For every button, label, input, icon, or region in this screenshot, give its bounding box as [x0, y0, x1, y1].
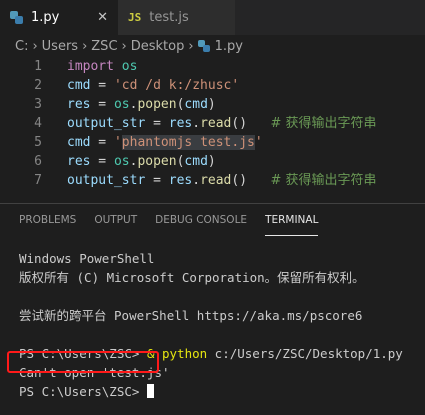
- tab-label: test.js: [149, 10, 189, 25]
- editor-tab-bar: 1.py ✕ JS test.js: [0, 0, 425, 35]
- breadcrumb-desktop[interactable]: Desktop: [131, 39, 185, 54]
- code-token: (): [231, 173, 271, 188]
- code-token: ): [207, 97, 216, 112]
- line-number: 6: [34, 154, 42, 169]
- tab-test-js[interactable]: JS test.js: [118, 0, 236, 35]
- code-text: output_str = res.read() # 获得输出字符串: [42, 171, 377, 190]
- terminal-prompt-line: PS C:\Users\ZSC>: [19, 382, 403, 401]
- terminal-prompt: PS C:\Users\ZSC>: [19, 384, 147, 399]
- code-token: cmd: [184, 97, 208, 112]
- code-text: res = os.popen(cmd): [42, 152, 216, 171]
- code-token: =: [90, 135, 114, 150]
- tab-label: 1.py: [31, 10, 60, 25]
- code-token: phantomjs test.js: [121, 135, 255, 150]
- code-token: =: [90, 97, 114, 112]
- code-token: res: [168, 173, 193, 188]
- code-token: read: [200, 116, 232, 131]
- breadcrumb-file[interactable]: 1.py: [215, 39, 243, 54]
- line-number: 1: [34, 59, 42, 74]
- panel-tab-bar: PROBLEMS OUTPUT DEBUG CONSOLE TERMINAL: [0, 204, 425, 236]
- tab-1-py[interactable]: 1.py ✕: [0, 0, 118, 35]
- terminal-line: Windows PowerShell: [19, 251, 155, 266]
- code-token: =: [90, 154, 114, 169]
- terminal-line: 尝试新的跨平台 PowerShell https://aka.ms/pscore…: [19, 308, 363, 323]
- terminal-cursor: [146, 384, 154, 398]
- code-token: output_str: [67, 116, 146, 131]
- line-number: 5: [34, 135, 42, 150]
- code-token: =: [145, 116, 169, 131]
- line-number: 2: [34, 78, 42, 93]
- tab-output[interactable]: OUTPUT: [94, 204, 137, 236]
- code-line[interactable]: 2 cmd = 'cd /d k:/zhusc': [0, 76, 425, 95]
- code-token: output_str: [67, 173, 146, 188]
- code-token: =: [90, 78, 114, 93]
- terminal-prompt: PS C:\Users\ZSC>: [19, 346, 147, 361]
- code-line[interactable]: 5 cmd = 'phantomjs test.js': [0, 133, 425, 152]
- code-comment: # 获得输出字符串: [270, 116, 377, 131]
- close-icon[interactable]: ✕: [97, 10, 108, 25]
- terminal-command-line: PS C:\Users\ZSC> & python c:/Users/ZSC/D…: [19, 344, 403, 363]
- breadcrumb: C: › Users › ZSC › Desktop › 1.py: [0, 35, 425, 57]
- code-text: res = os.popen(cmd): [42, 95, 216, 114]
- code-line[interactable]: 6 res = os.popen(cmd): [0, 152, 425, 171]
- code-token: res: [67, 154, 91, 169]
- tab-debug-console[interactable]: DEBUG CONSOLE: [155, 204, 247, 236]
- chevron-right-icon: ›: [121, 38, 127, 54]
- bottom-panel: PROBLEMS OUTPUT DEBUG CONSOLE TERMINAL W…: [0, 203, 425, 415]
- code-token: popen: [137, 154, 177, 169]
- code-text: import os: [42, 57, 137, 76]
- code-comment: # 获得输出字符串: [270, 173, 377, 188]
- terminal-amp: &: [146, 346, 162, 361]
- code-token: read: [200, 173, 232, 188]
- code-line[interactable]: 1 import os: [0, 57, 425, 76]
- code-token: (): [231, 116, 271, 131]
- terminal-arg: c:/Users/ZSC/Desktop/1.py: [207, 346, 403, 361]
- breadcrumb-zsc[interactable]: ZSC: [91, 39, 117, 54]
- code-token: os: [113, 97, 130, 112]
- code-token: res: [168, 116, 193, 131]
- code-token: os: [121, 59, 138, 74]
- python-file-icon: [10, 11, 23, 24]
- code-editor[interactable]: 1 import os 2 cmd = 'cd /d k:/zhusc' 3 res = …: [0, 57, 425, 203]
- code-token: .: [192, 173, 201, 188]
- js-file-icon: JS: [128, 11, 142, 24]
- chevron-right-icon: ›: [188, 38, 194, 54]
- tab-terminal[interactable]: TERMINAL: [265, 204, 319, 236]
- python-file-icon: [197, 40, 210, 52]
- code-token: cmd: [67, 78, 91, 93]
- code-line[interactable]: 7 output_str = res.read() # 获得输出字符串: [0, 171, 425, 190]
- code-token: ': [113, 135, 122, 150]
- code-token: popen: [137, 97, 177, 112]
- code-token: ': [254, 135, 263, 150]
- breadcrumb-drive[interactable]: C:: [15, 39, 28, 54]
- code-token: cmd: [184, 154, 208, 169]
- code-token: res: [67, 97, 91, 112]
- code-token: .: [192, 116, 201, 131]
- terminal-command: python: [162, 346, 208, 361]
- code-token: =: [145, 173, 169, 188]
- code-token: ): [207, 154, 216, 169]
- terminal-output[interactable]: Windows PowerShell 版权所有 (C) Microsoft Co…: [7, 249, 403, 401]
- code-token: cmd: [67, 135, 91, 150]
- code-token: os: [113, 154, 130, 169]
- chevron-right-icon: ›: [82, 38, 88, 54]
- code-token: import: [67, 59, 114, 74]
- terminal-line: 版权所有 (C) Microsoft Corporation。保留所有权利。: [19, 270, 365, 285]
- line-number: 3: [34, 97, 42, 112]
- chevron-right-icon: ›: [32, 38, 38, 54]
- tab-problems[interactable]: PROBLEMS: [19, 204, 76, 236]
- line-number: 4: [34, 116, 42, 131]
- code-text: output_str = res.read() # 获得输出字符串: [42, 114, 377, 133]
- code-text: cmd = 'phantomjs test.js': [42, 133, 263, 152]
- code-text: cmd = 'cd /d k:/zhusc': [42, 76, 239, 95]
- breadcrumb-users[interactable]: Users: [42, 39, 78, 54]
- terminal-error-line: Can't open 'test.js': [19, 365, 170, 380]
- code-line[interactable]: 4 output_str = res.read() # 获得输出字符串: [0, 114, 425, 133]
- line-number: 7: [34, 173, 42, 188]
- code-token: 'cd /d k:/zhusc': [113, 78, 240, 93]
- code-line[interactable]: 3 res = os.popen(cmd): [0, 95, 425, 114]
